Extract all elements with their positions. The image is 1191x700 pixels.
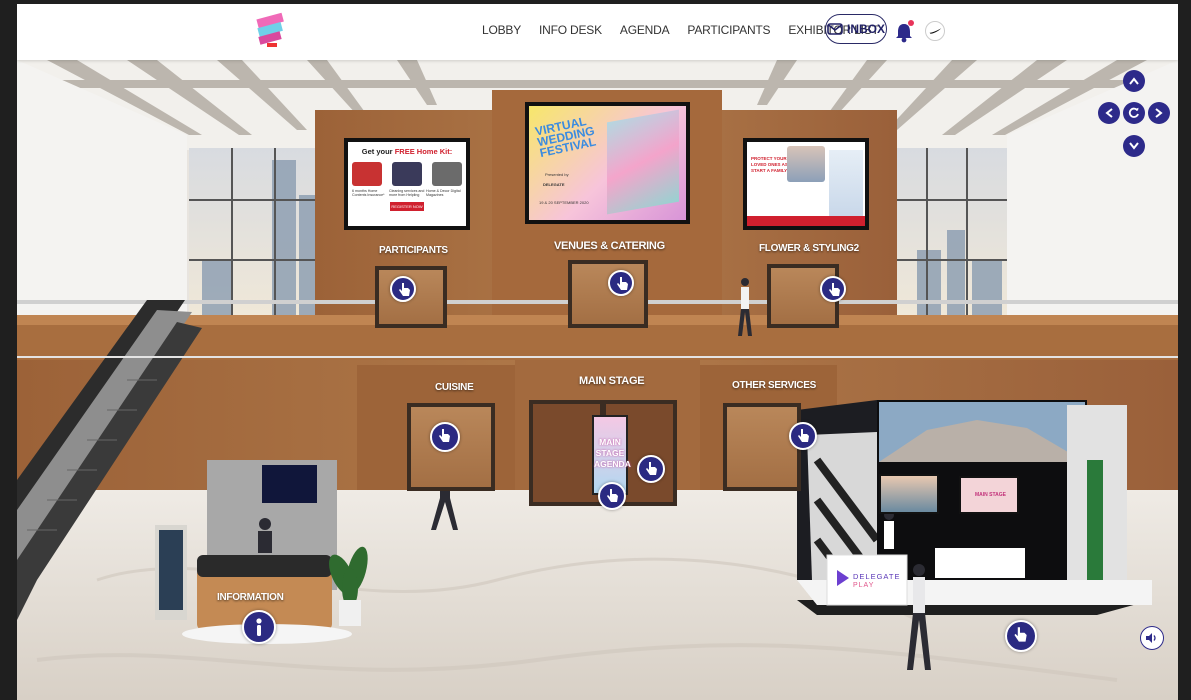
delegate-brand: DELEGATE — [853, 572, 901, 581]
hotspot-cuisine[interactable] — [430, 422, 460, 452]
camera-left-button[interactable] — [1098, 102, 1120, 124]
main-nav: LOBBY INFO DESK AGENDA PARTICIPANTS EXHI… — [482, 23, 879, 37]
insurance-icon — [352, 162, 382, 186]
presented-by: Presented by — [545, 172, 569, 177]
chevron-down-icon — [1129, 142, 1139, 150]
info-icon — [256, 618, 262, 636]
festival-title: VIRTUAL WEDDING FESTIVAL — [533, 114, 598, 161]
partner-name: DELEGATE — [543, 182, 565, 187]
sign-flower-styling: FLOWER & STYLING2 — [759, 243, 859, 254]
booth-screen-label: MAIN STAGE — [975, 492, 1007, 498]
delegate-play-sign: DELEGATE PLAY — [829, 558, 905, 603]
sign-other-services: OTHER SERVICES — [732, 380, 816, 391]
chevron-left-icon — [1105, 108, 1113, 118]
nav-participants[interactable]: PARTICIPANTS — [687, 23, 770, 37]
delegate-play-logo-icon — [837, 570, 849, 586]
nav-lobby[interactable]: LOBBY — [482, 23, 521, 37]
hand-pointer-icon — [439, 429, 450, 442]
sign-participants: PARTICIPANTS — [379, 245, 448, 256]
booth-screen[interactable] — [879, 474, 939, 514]
headline-free: FREE Home Kit: — [394, 147, 453, 156]
hotspot-main-stage[interactable] — [598, 482, 626, 510]
magazine-icon — [432, 162, 462, 186]
inbox-button[interactable]: INBOX — [825, 14, 887, 44]
sign-main-stage: MAIN STAGE — [579, 375, 645, 387]
inbox-label: INBOX — [846, 22, 885, 36]
family-photo — [787, 146, 825, 182]
festival-dates: 19 & 20 SEPTEMBER 2020 — [539, 200, 589, 205]
top-navigation-bar: LOBBY INFO DESK AGENDA PARTICIPANTS EXHI… — [17, 4, 1178, 60]
mail-icon — [827, 23, 843, 35]
hand-pointer-icon — [829, 283, 840, 296]
sponsor-swoosh-icon — [925, 21, 945, 41]
sign-venues-catering: VENUES & CATERING — [554, 240, 665, 252]
chevron-right-icon — [1155, 108, 1163, 118]
promo-item: Cleaning services and more from Helpling — [389, 189, 425, 197]
browser-frame: LOBBY INFO DESK AGENDA PARTICIPANTS EXHI… — [0, 0, 1191, 700]
lobby-scene: Get your FREE Home Kit: 6 months Home Co… — [17, 60, 1178, 700]
promo-item: Home & Decor Digital Magazines — [426, 189, 461, 197]
right-promo-screen[interactable]: PROTECT YOUR LOVED ONES AS YOU START A F… — [743, 138, 869, 230]
festival-logo[interactable] — [255, 12, 285, 50]
door-venues-catering[interactable] — [568, 260, 648, 328]
headline-pre: Get your — [361, 147, 393, 156]
speaker-icon — [1146, 633, 1156, 643]
hand-pointer-icon — [607, 489, 618, 502]
camera-reset-button[interactable] — [1123, 102, 1145, 124]
information-label: INFORMATION — [217, 592, 284, 603]
hotspot-flower-styling[interactable] — [820, 276, 846, 302]
promo-headline: Get your FREE Home Kit: — [352, 147, 462, 156]
hotspot-participants[interactable] — [390, 276, 416, 302]
center-festival-screen[interactable]: VIRTUAL WEDDING FESTIVAL Presented by DE… — [525, 102, 690, 224]
chevron-up-icon — [1129, 77, 1139, 85]
nav-agenda[interactable]: AGENDA — [620, 23, 670, 37]
sound-toggle-button[interactable] — [1140, 626, 1164, 650]
hand-pointer-icon — [1014, 627, 1027, 642]
hand-pointer-icon — [646, 462, 657, 475]
info-desk-button[interactable] — [242, 610, 276, 644]
poster-text: MAIN STAGE AGENDA — [594, 437, 631, 469]
insurance-graphic — [829, 150, 863, 216]
hotspot-other-services[interactable] — [789, 422, 817, 450]
door-other-services[interactable] — [723, 403, 801, 491]
camera-up-button[interactable] — [1123, 70, 1145, 92]
festival-isometric-art — [607, 109, 679, 215]
nav-info-desk[interactable]: INFO DESK — [539, 23, 602, 37]
hand-pointer-icon — [399, 283, 410, 296]
notification-bell-icon[interactable] — [894, 19, 916, 45]
hand-pointer-icon — [798, 429, 809, 442]
virtual-lobby-app: LOBBY INFO DESK AGENDA PARTICIPANTS EXHI… — [17, 4, 1178, 700]
booth-main-stage-screen[interactable]: MAIN STAGE — [959, 476, 1019, 514]
promo-item: 6 months Home Contents Insurance* — [352, 189, 385, 197]
delegate-sub: PLAY — [853, 582, 875, 589]
camera-right-button[interactable] — [1148, 102, 1170, 124]
cleaning-icon — [392, 162, 422, 186]
camera-down-button[interactable] — [1123, 135, 1145, 157]
register-now-button[interactable]: REGISTER NOW — [390, 202, 424, 211]
left-promo-screen[interactable]: Get your FREE Home Kit: 6 months Home Co… — [344, 138, 470, 230]
hotspot-delegate-booth[interactable] — [1005, 620, 1037, 652]
refresh-icon — [1128, 107, 1139, 118]
hotspot-venues-catering[interactable] — [608, 270, 634, 296]
hotspot-main-stage-agenda[interactable] — [637, 455, 665, 483]
hand-pointer-icon — [617, 277, 628, 290]
sign-cuisine: CUISINE — [435, 382, 474, 393]
